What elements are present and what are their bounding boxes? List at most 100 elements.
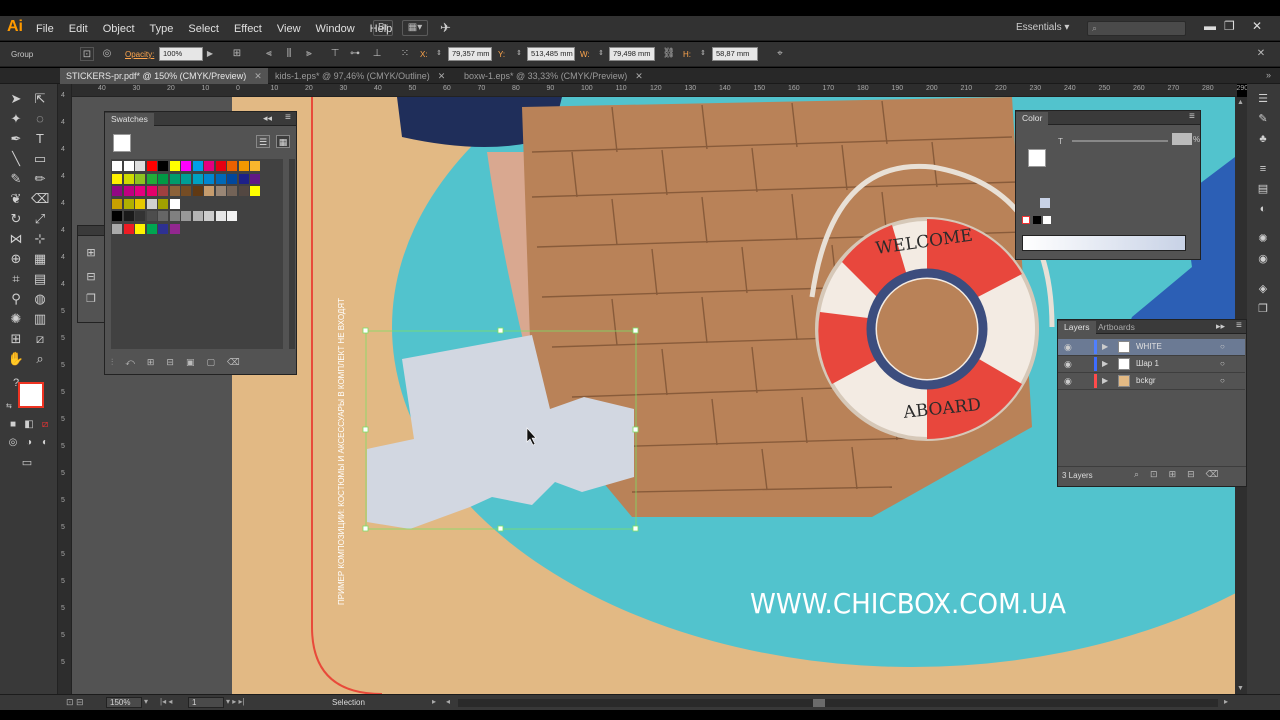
color-swatch[interactable] — [158, 173, 168, 184]
layer-row[interactable]: ◉ ▶ bckgr ○ — [1058, 373, 1245, 390]
color-swatch[interactable] — [146, 198, 157, 209]
isolate-group-icon[interactable]: ⊡ — [80, 47, 94, 61]
symbol-sprayer-tool-icon[interactable]: ✺ — [7, 310, 25, 328]
color-swatch[interactable] — [215, 211, 226, 221]
w-stepper[interactable]: ⇕ — [594, 47, 608, 61]
tab-layers[interactable]: Layers — [1058, 321, 1096, 334]
white-swatch[interactable] — [1043, 216, 1051, 224]
h-stepper[interactable]: ⇕ — [696, 47, 710, 61]
control-bar-menu-icon[interactable]: ✕ — [1254, 47, 1268, 61]
color-swatch[interactable] — [112, 161, 122, 171]
expand-panel-icon[interactable]: ▸▸ — [1216, 321, 1225, 332]
eyedropper-tool-icon[interactable]: ⚲ — [7, 290, 25, 308]
vertical-ruler[interactable]: 4 4 4 4 4 4 4 4 5 5 5 5 5 5 5 5 5 5 5 5 5 5 — [58, 84, 72, 694]
layer-row[interactable]: ◉ ▶ Шар 1 ○ — [1058, 356, 1245, 373]
brushes-icon[interactable]: ✎ — [1254, 110, 1272, 128]
tint-value-field[interactable] — [1172, 133, 1192, 145]
fill-swatch[interactable] — [18, 382, 44, 408]
scroll-down-icon[interactable]: ▼ — [1237, 685, 1244, 692]
color-swatch[interactable] — [169, 161, 180, 171]
layer-name[interactable]: Шар 1 — [1136, 359, 1159, 368]
menu-type[interactable]: Type — [150, 23, 174, 35]
transform-panel-icon[interactable]: ⊟ — [82, 268, 100, 286]
color-swatch[interactable] — [215, 186, 226, 196]
color-swatch[interactable] — [123, 161, 134, 171]
color-fill-indicator[interactable] — [1028, 149, 1046, 167]
mesh-tool-icon[interactable]: ⌗ — [7, 270, 25, 288]
expand-layer-icon[interactable]: ▶ — [1102, 376, 1108, 385]
perspective-grid-tool-icon[interactable]: ▦ — [31, 250, 49, 268]
color-swatch[interactable] — [146, 223, 157, 234]
color-swatch[interactable] — [227, 211, 237, 221]
color-swatch[interactable] — [158, 186, 168, 196]
color-swatch[interactable] — [158, 211, 168, 221]
color-swatch[interactable] — [146, 186, 157, 196]
artboard-tool-icon[interactable]: ⊞ — [7, 330, 25, 348]
color-swatch[interactable] — [238, 173, 249, 184]
stroke-icon[interactable]: ≡ — [1254, 160, 1272, 178]
first-artboard-icon[interactable]: |◂ ◂ — [160, 697, 172, 706]
color-swatch[interactable] — [158, 161, 168, 171]
menu-select[interactable]: Select — [188, 23, 219, 35]
workspace-switcher[interactable]: Essentials ▾ — [1016, 22, 1069, 33]
color-swatch[interactable] — [181, 211, 191, 221]
transform-icon[interactable]: ⌖ — [773, 47, 787, 61]
menu-window[interactable]: Window — [316, 23, 355, 35]
color-swatch[interactable] — [250, 186, 260, 196]
status-menu-icon[interactable]: ▸ — [432, 697, 436, 706]
y-field[interactable]: 513,485 mm — [527, 47, 575, 61]
color-swatch[interactable] — [135, 198, 145, 209]
color-swatch[interactable] — [123, 223, 134, 234]
swatches-tab[interactable]: Swatches — [105, 113, 154, 126]
color-swatch[interactable] — [135, 161, 145, 171]
screen-mode-icon[interactable]: ▭ — [18, 454, 36, 472]
color-swatch[interactable] — [227, 186, 237, 196]
scale-tool-icon[interactable]: ⤢ — [31, 210, 49, 228]
close-tab-icon[interactable]: ✕ — [438, 71, 446, 81]
libraries-icon[interactable]: ☰ — [1254, 90, 1272, 108]
color-swatch[interactable] — [181, 173, 191, 184]
panel-menu-icon[interactable]: ≡ — [1189, 111, 1195, 122]
color-swatch[interactable] — [135, 173, 145, 184]
gradient-panel-icon[interactable]: ▤ — [1254, 180, 1272, 198]
horizontal-scroll-thumb[interactable] — [813, 699, 825, 707]
color-swatch[interactable] — [204, 173, 214, 184]
color-swatch[interactable] — [192, 186, 203, 196]
artboard-nav-icon[interactable]: ⊡ ⊟ — [66, 697, 84, 708]
tab-stickers[interactable]: STICKERS-pr.pdf* @ 150% (CMYK/Preview) ✕ — [60, 68, 268, 84]
color-tab[interactable]: Color — [1016, 112, 1049, 125]
color-swatch[interactable] — [227, 173, 237, 184]
zoom-tool-icon[interactable]: ⌕ — [31, 350, 49, 368]
symbols-icon[interactable]: ♣ — [1254, 130, 1272, 148]
close-tab-icon[interactable]: ✕ — [254, 71, 262, 81]
color-swatch[interactable] — [112, 211, 122, 221]
panel-menu-icon[interactable]: ≡ — [285, 112, 291, 123]
horizontal-ruler[interactable]: 40 30 20 10 0 10 20 30 40 50 60 70 80 90 100 110 120 130 1… — [72, 84, 1248, 97]
color-swatch[interactable] — [169, 223, 180, 234]
color-swatch[interactable] — [250, 173, 260, 184]
scroll-left-icon[interactable]: ◂ — [446, 697, 450, 706]
transparency-icon[interactable]: ◐ — [1254, 200, 1272, 218]
gpu-performance-icon[interactable]: ✈ — [440, 20, 451, 36]
paintbrush-tool-icon[interactable]: ✎ — [7, 170, 25, 188]
reference-point-icon[interactable]: ⁙ — [398, 47, 412, 61]
free-transform-tool-icon[interactable]: ⊹ — [31, 230, 49, 248]
color-swatch[interactable] — [146, 173, 157, 184]
color-swatch[interactable] — [215, 161, 226, 171]
hand-tool-icon[interactable]: ✋ — [7, 350, 25, 368]
rotate-tool-icon[interactable]: ↻ — [7, 210, 25, 228]
color-swatch[interactable] — [123, 186, 134, 196]
menu-effect[interactable]: Effect — [234, 23, 262, 35]
graphic-styles-icon[interactable]: ◉ — [1254, 250, 1272, 268]
h-field[interactable]: 58,87 mm — [712, 47, 758, 61]
none-swatch[interactable] — [1022, 216, 1030, 224]
color-swatch[interactable] — [112, 198, 122, 209]
layer-name[interactable]: WHITE — [1136, 342, 1162, 351]
gradient-tool-icon[interactable]: ▤ — [31, 270, 49, 288]
color-spectrum-bar[interactable] — [1022, 235, 1186, 251]
visibility-eye-icon[interactable]: ◉ — [1064, 376, 1072, 387]
color-swatch[interactable] — [181, 161, 191, 171]
color-swatch[interactable] — [112, 223, 122, 234]
color-swatch[interactable] — [204, 211, 214, 221]
expand-layer-icon[interactable]: ▶ — [1102, 359, 1108, 368]
